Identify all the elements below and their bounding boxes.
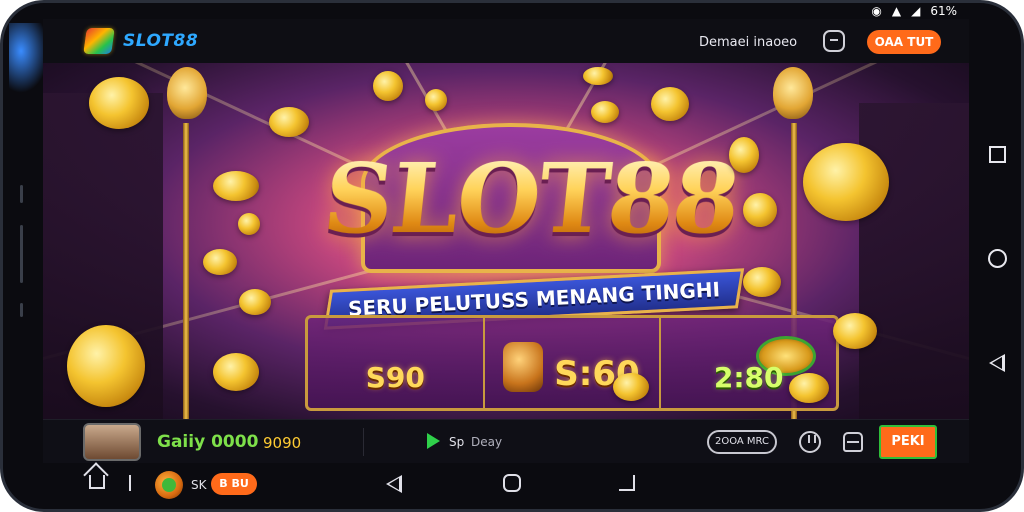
promo-pill[interactable]: 2OOA MRC: [707, 430, 777, 454]
coin-icon: [269, 107, 309, 137]
coin-icon: [239, 289, 271, 315]
login-button[interactable]: OAA TUT: [867, 30, 941, 54]
hero-title: SLOT88: [296, 142, 766, 255]
coin-icon: [743, 193, 777, 227]
status-bar: ◉ ▲ ◢ 61%: [797, 3, 957, 19]
side-button-bottom: [20, 303, 23, 317]
home-icon[interactable]: [89, 475, 105, 489]
coin-icon: [583, 67, 613, 85]
lamp-post-left: [183, 123, 189, 419]
coin-icon: [238, 213, 260, 235]
reel-panel[interactable]: S90: [308, 318, 485, 408]
menu-bar-icon[interactable]: [129, 475, 131, 491]
app-screen: SLOT88 Demaei inaoeo OAA TUT SLOT88 SERU…: [43, 19, 969, 507]
side-button-volume: [20, 225, 23, 283]
coin-icon: [743, 267, 781, 297]
coin-icon: [591, 101, 619, 123]
circle-icon[interactable]: [988, 249, 1007, 268]
avatar[interactable]: [83, 423, 141, 461]
location-icon: ◉: [871, 4, 882, 18]
back-icon[interactable]: [386, 475, 402, 493]
coin-icon: [613, 373, 649, 401]
lock-icon[interactable]: [843, 432, 863, 452]
coin-icon: [213, 353, 259, 391]
lower-nav: SK B BU: [43, 463, 969, 507]
lamp-icon: [167, 67, 207, 119]
wallet-icon[interactable]: [823, 30, 845, 52]
coin-icon: [203, 249, 237, 275]
signal-icon: ◢: [911, 4, 921, 18]
battery-text: 61%: [930, 4, 957, 18]
deposit-pill[interactable]: B BU: [211, 473, 257, 495]
coin-icon: [213, 171, 259, 201]
coin-icon: [803, 143, 889, 221]
game-icon[interactable]: [155, 471, 183, 499]
divider: [363, 428, 364, 456]
coin-icon: [651, 87, 689, 121]
balance: 9090: [263, 434, 302, 452]
timer-icon[interactable]: [799, 431, 821, 453]
demo-link[interactable]: Demaei inaoeo: [699, 35, 797, 50]
panel-value: S90: [365, 361, 425, 394]
coin-icon: [833, 313, 877, 349]
logo-text[interactable]: SLOT88: [123, 31, 198, 51]
coin-icon: [89, 77, 149, 129]
sk-label: SK: [191, 478, 207, 492]
coin-icon: [729, 137, 759, 173]
building-right: [859, 103, 969, 419]
demo-prefix: Sp: [449, 435, 465, 449]
phone-frame: ◉ ▲ ◢ 61% SLOT88 Demaei inaoeo OAA TUT S…: [0, 0, 1024, 512]
username: Gaiiy 0000: [157, 432, 259, 452]
bet-button[interactable]: PEKI: [879, 425, 937, 459]
square-icon[interactable]: [989, 146, 1006, 163]
coin-icon: [425, 89, 447, 111]
coin-icon: [373, 71, 403, 101]
hero-banner[interactable]: SLOT88 SERU PELUTUSS MENANG TINGHI S90 S…: [43, 63, 969, 419]
back-icon[interactable]: [989, 354, 1005, 372]
reel-panels: S90 S:60 2:80: [305, 315, 839, 411]
recent-icon[interactable]: [619, 475, 635, 491]
player-bar: Gaiiy 0000 9090 Sp Deay 2OOA MRC PEKI: [43, 419, 969, 463]
play-icon[interactable]: [427, 433, 440, 449]
coin-icon: [67, 325, 145, 407]
system-nav: [969, 3, 1021, 509]
app-bar: SLOT88 Demaei inaoeo OAA TUT: [43, 19, 969, 63]
home-square-icon[interactable]: [503, 474, 521, 492]
side-button-top: [20, 185, 23, 203]
logo-icon[interactable]: [83, 28, 115, 54]
coin-icon: [789, 373, 829, 403]
wifi-icon: ▲: [891, 4, 902, 18]
demo-label[interactable]: Deay: [471, 435, 502, 449]
